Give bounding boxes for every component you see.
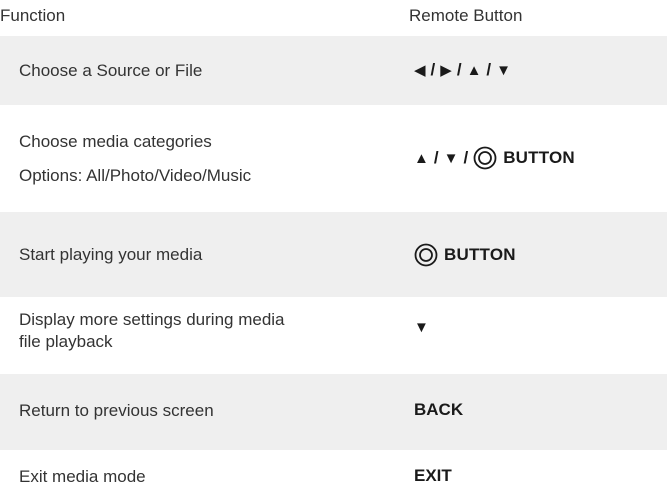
- function-text: Choose a Source or File: [19, 61, 203, 80]
- function-text: Display more settings during media: [19, 310, 285, 329]
- button-label: EXIT: [414, 466, 452, 485]
- function-cell: Display more settings during media file …: [19, 309, 285, 353]
- down-arrow-icon: ▼: [414, 319, 429, 336]
- function-cell: Choose media categories Options: All/Pho…: [19, 131, 251, 187]
- up-arrow-icon: ▲: [466, 61, 482, 79]
- table-row: Choose media categories Options: All/Pho…: [0, 105, 667, 212]
- function-text: Choose media categories: [19, 132, 212, 151]
- button-label: BACK: [414, 400, 464, 419]
- function-text: Exit media mode: [19, 467, 146, 486]
- remote-button-cell: BACK: [414, 400, 463, 420]
- button-label: BUTTON: [503, 148, 575, 167]
- separator: /: [463, 148, 469, 167]
- function-text: Start playing your media: [19, 245, 203, 264]
- down-arrow-icon: ▼: [443, 149, 459, 167]
- function-cell: Exit media mode: [19, 466, 146, 488]
- right-arrow-icon: ▶: [440, 62, 452, 79]
- table-header: Function Remote Button: [0, 0, 667, 36]
- function-cell: Return to previous screen: [19, 400, 214, 422]
- function-text-options: Options: All/Photo/Video/Music: [19, 166, 252, 185]
- down-arrow-icon: ▼: [496, 61, 512, 79]
- remote-button-cell: ▼: [414, 319, 429, 336]
- remote-function-table: Function Remote Button Choose a Source o…: [0, 0, 667, 490]
- table-row: Start playing your media BUTTON: [0, 212, 667, 297]
- remote-button-cell: BUTTON: [414, 243, 516, 267]
- table-row: Display more settings during media file …: [0, 297, 667, 374]
- remote-button-cell: ◀ / ▶ / ▲ / ▼: [414, 60, 511, 80]
- separator: /: [456, 60, 462, 79]
- separator: /: [486, 60, 492, 79]
- remote-button-cell: ▲ / ▼ / BUTTON: [414, 146, 575, 170]
- up-arrow-icon: ▲: [414, 149, 429, 167]
- button-label: BUTTON: [444, 245, 516, 264]
- table-row: Return to previous screen BACK: [0, 374, 667, 450]
- left-arrow-icon: ◀: [414, 62, 426, 79]
- remote-button-column-header: Remote Button: [409, 6, 523, 25]
- table-row: Choose a Source or File ◀ / ▶ / ▲ / ▼: [0, 36, 667, 105]
- function-column-header: Function: [0, 6, 66, 25]
- separator: /: [433, 148, 439, 167]
- function-cell: Start playing your media: [19, 244, 202, 266]
- ok-button-icon: [414, 243, 438, 267]
- remote-button-cell: EXIT: [414, 466, 452, 486]
- function-text: file playback: [19, 332, 113, 351]
- function-cell: Choose a Source or File: [19, 60, 202, 82]
- ok-button-icon: [473, 146, 497, 170]
- function-text: Return to previous screen: [19, 401, 214, 420]
- table-row: Exit media mode EXIT: [0, 450, 667, 490]
- separator: /: [430, 60, 436, 79]
